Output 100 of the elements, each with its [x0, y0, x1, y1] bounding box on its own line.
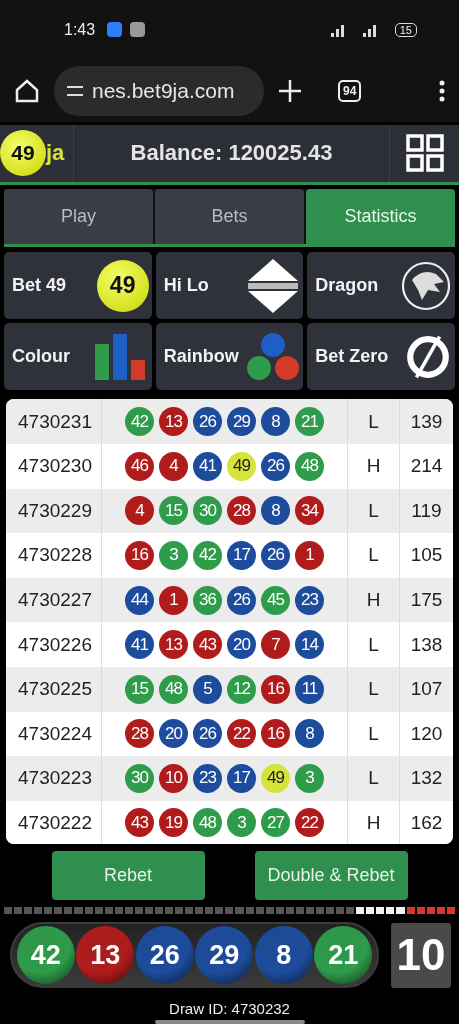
number-ball: 28 — [227, 496, 256, 526]
number-ball: 3 — [227, 808, 256, 838]
clock: 1:43 — [64, 20, 96, 39]
number-ball: 43 — [125, 808, 154, 838]
home-icon[interactable] — [14, 77, 40, 104]
number-ball: 42 — [193, 540, 222, 570]
number-ball: 49 — [227, 451, 256, 481]
number-ball: 41 — [193, 451, 222, 481]
tab-count[interactable]: 94 — [338, 79, 362, 102]
number-ball: 4 — [159, 451, 188, 481]
sum-cell-text: 139 — [409, 410, 444, 433]
sum-cell-text: 119 — [410, 499, 443, 522]
number-ball: 12 — [227, 674, 256, 704]
game-button[interactable]: Rainbow — [155, 323, 304, 391]
number-ball: 1 — [295, 540, 324, 570]
number-ball: 14 — [295, 630, 324, 660]
number-ball: 11 — [295, 674, 324, 704]
number-ball: 26 — [227, 585, 256, 615]
sum-cell-text: 107 — [409, 678, 444, 701]
number-ball: 23 — [295, 585, 324, 615]
number-ball: 8 — [261, 407, 290, 437]
drawn-ball: 8 — [254, 926, 313, 984]
number-ball: 3 — [295, 763, 324, 793]
number-ball: 8 — [295, 719, 324, 749]
sum-cell-text: 214 — [409, 455, 444, 478]
number-ball: 16 — [125, 540, 154, 570]
number-ball: 41 — [125, 630, 154, 660]
draw-id-cell: 4730231 — [6, 399, 102, 444]
number-ball: 26 — [193, 407, 222, 437]
number-ball: 45 — [261, 585, 290, 615]
number-ball: 42 — [125, 407, 154, 437]
number-ball: 20 — [227, 630, 256, 660]
number-ball: 30 — [193, 496, 222, 526]
hi-lo-cell: L — [348, 756, 400, 801]
draw-id-cell: 4730230 — [6, 443, 102, 489]
battery-icon: 15 — [394, 22, 417, 37]
sum-cell-text: 120 — [409, 722, 444, 745]
url-text: nes.bet9ja.com — [92, 78, 235, 103]
grid-icon[interactable] — [404, 133, 445, 174]
number-ball: 16 — [261, 674, 290, 704]
number-ball: 29 — [227, 407, 256, 437]
timer: 10 — [391, 922, 451, 988]
tab[interactable]: Statistics — [306, 188, 455, 245]
number-ball: 23 — [193, 763, 222, 793]
game-button[interactable]: Dragon — [307, 252, 455, 320]
game-button[interactable]: Bet Zero — [307, 323, 455, 391]
drawn-ball: 21 — [314, 926, 373, 984]
number-ball: 28 — [125, 719, 154, 749]
menu-icon[interactable] — [439, 79, 445, 102]
hi-lo-cell: H — [348, 800, 400, 845]
draw-id: Draw ID: 4730232 — [168, 1000, 291, 1017]
number-ball: 16 — [261, 719, 290, 749]
hi-lo-cell: L — [348, 399, 400, 444]
number-ball: 17 — [227, 540, 256, 570]
number-ball: 3 — [159, 540, 188, 570]
sum-cell-text: 162 — [409, 812, 444, 834]
number-ball: 22 — [295, 808, 324, 838]
number-ball: 21 — [295, 407, 324, 437]
number-ball: 26 — [193, 719, 222, 749]
game-button[interactable]: Hi Lo — [155, 252, 304, 320]
action-button[interactable]: Double & Rebet — [254, 851, 408, 901]
number-ball: 10 — [159, 763, 188, 793]
hi-lo-cell: H — [348, 443, 400, 489]
tab[interactable]: Play — [4, 188, 153, 245]
number-ball: 13 — [159, 407, 188, 437]
hi-lo-cell: L — [348, 666, 400, 712]
drawn-ball: 26 — [135, 926, 194, 984]
number-ball: 46 — [125, 451, 154, 481]
up-down-icon — [246, 256, 301, 315]
number-ball: 49 — [261, 763, 290, 793]
drawn-ball: 42 — [16, 926, 75, 984]
hi-lo-cell: L — [348, 622, 400, 667]
tab[interactable]: Bets — [155, 188, 304, 245]
number-ball: 8 — [261, 496, 290, 526]
draw-id-cell: 4730225 — [6, 666, 102, 712]
sum-cell-text: 132 — [409, 767, 444, 790]
number-ball: 1 — [159, 585, 188, 615]
sum-cell-text: 138 — [409, 633, 444, 656]
plus-icon[interactable] — [278, 78, 302, 103]
sum-cell-text: 105 — [409, 544, 444, 567]
number-ball: 13 — [159, 630, 188, 660]
hi-lo-cell: L — [348, 533, 400, 578]
game-button[interactable]: Colour — [4, 323, 152, 391]
number-ball: 48 — [159, 674, 188, 704]
action-button[interactable]: Rebet — [51, 851, 205, 901]
drawn-ball: 29 — [195, 926, 254, 984]
number-ball: 44 — [125, 585, 154, 615]
draw-id-cell: 4730223 — [6, 756, 102, 801]
number-ball: 48 — [193, 808, 222, 838]
number-ball: 7 — [261, 630, 290, 660]
number-ball: 15 — [125, 674, 154, 704]
url-field[interactable]: nes.bet9ja.com — [54, 65, 264, 116]
emblem-icon — [400, 259, 452, 312]
number-ball: 20 — [159, 719, 188, 749]
balance: Balance: 120025.43 — [129, 140, 334, 167]
number-ball: 15 — [159, 496, 188, 526]
number-ball: 30 — [125, 763, 154, 793]
sum-cell-text: 175 — [409, 589, 444, 611]
game-button[interactable]: Bet 49 49 — [4, 252, 152, 320]
number-ball: 17 — [227, 763, 256, 793]
